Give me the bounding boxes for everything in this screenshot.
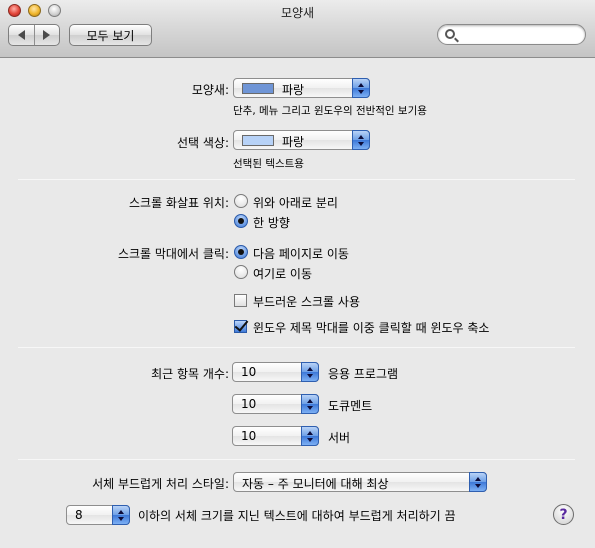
- system-preferences-window: 모양새 모두 보기 모양새: 파랑 단추, 메뉴 그리고 윈도우의 전반적인 보…: [0, 0, 595, 548]
- recent-applications-popup[interactable]: 10: [232, 362, 319, 382]
- search-input[interactable]: [460, 27, 578, 42]
- popup-arrows-icon: [301, 362, 319, 382]
- highlight-value: 파랑: [282, 135, 305, 149]
- forward-button[interactable]: [33, 25, 60, 45]
- appearance-description: 단추, 메뉴 그리고 윈도우의 전반적인 보기용: [233, 105, 427, 117]
- smoothing-threshold-label: 이하의 서체 크기를 지닌 텍스트에 대하여 부드럽게 처리하기 끔: [138, 509, 456, 523]
- smoothing-threshold-value: 8: [75, 508, 83, 522]
- divider: [18, 179, 575, 180]
- minimize-on-double-click-label: 윈도우 제목 막대를 이중 클릭할 때 윈도우 축소: [253, 321, 490, 335]
- font-smoothing-label: 서체 부드럽게 처리 스타일:: [92, 477, 229, 491]
- highlight-color-popup[interactable]: 파랑: [233, 130, 370, 150]
- back-button[interactable]: [9, 25, 34, 45]
- show-all-button[interactable]: 모두 보기: [69, 24, 152, 46]
- back-arrow-icon: [17, 30, 25, 40]
- recent-servers-label: 서버: [328, 431, 351, 445]
- recent-servers-popup[interactable]: 10: [232, 426, 319, 446]
- appearance-popup[interactable]: 파랑: [233, 78, 370, 98]
- divider: [18, 459, 575, 460]
- popup-arrows-icon: [112, 505, 130, 525]
- scroll-click-label: 스크롤 막대에서 클릭:: [117, 247, 229, 261]
- radio-scroll-arrows-split[interactable]: [234, 194, 248, 208]
- smoothing-threshold-popup[interactable]: 8: [66, 505, 130, 525]
- window-title: 모양새: [280, 6, 315, 20]
- divider: [18, 347, 575, 348]
- help-icon: ?: [559, 506, 568, 523]
- forward-arrow-icon: [43, 30, 51, 40]
- highlight-label: 선택 색상:: [176, 136, 229, 150]
- scroll-arrows-label: 스크롤 화살표 위치:: [129, 196, 229, 210]
- radio-scroll-arrows-together[interactable]: [234, 214, 248, 228]
- appearance-label: 모양새:: [191, 83, 229, 97]
- font-smoothing-popup[interactable]: 자동 – 주 모니터에 대해 최상: [233, 472, 487, 492]
- recent-documents-label: 도큐멘트: [328, 399, 373, 413]
- font-smoothing-value: 자동 – 주 모니터에 대해 최상: [242, 477, 389, 491]
- search-field[interactable]: [437, 24, 586, 45]
- recent-documents-popup[interactable]: 10: [232, 394, 319, 414]
- smooth-scrolling-label: 부드러운 스크롤 사용: [253, 295, 360, 309]
- search-icon: [445, 29, 455, 39]
- radio-jump-next-page[interactable]: [234, 245, 248, 259]
- recent-documents-value: 10: [241, 397, 257, 411]
- radio-scroll-arrows-together-label: 한 방향: [253, 216, 290, 230]
- radio-scroll-arrows-split-label: 위와 아래로 분리: [253, 196, 338, 210]
- popup-arrows-icon: [469, 472, 487, 492]
- popup-arrows-icon: [352, 78, 370, 98]
- recent-servers-value: 10: [241, 429, 257, 443]
- highlight-description: 선택된 텍스트용: [233, 158, 304, 170]
- popup-arrows-icon: [301, 394, 319, 414]
- appearance-value: 파랑: [282, 83, 305, 97]
- help-button[interactable]: ?: [553, 504, 574, 525]
- smooth-scrolling-checkbox[interactable]: [234, 294, 247, 307]
- appearance-swatch: [242, 83, 274, 94]
- radio-jump-here[interactable]: [234, 265, 248, 279]
- recent-applications-value: 10: [241, 365, 257, 379]
- toolbar: 모양새 모두 보기: [0, 0, 595, 58]
- popup-arrows-icon: [301, 426, 319, 446]
- popup-arrows-icon: [352, 130, 370, 150]
- recent-applications-label: 응용 프로그램: [328, 367, 399, 381]
- minimize-on-double-click-checkbox[interactable]: [234, 320, 247, 333]
- radio-jump-here-label: 여기로 이동: [253, 267, 313, 281]
- back-forward-control: [8, 24, 60, 46]
- highlight-swatch: [242, 135, 274, 146]
- recent-items-label: 최근 항목 개수:: [151, 367, 229, 381]
- radio-jump-next-page-label: 다음 페이지로 이동: [253, 247, 349, 261]
